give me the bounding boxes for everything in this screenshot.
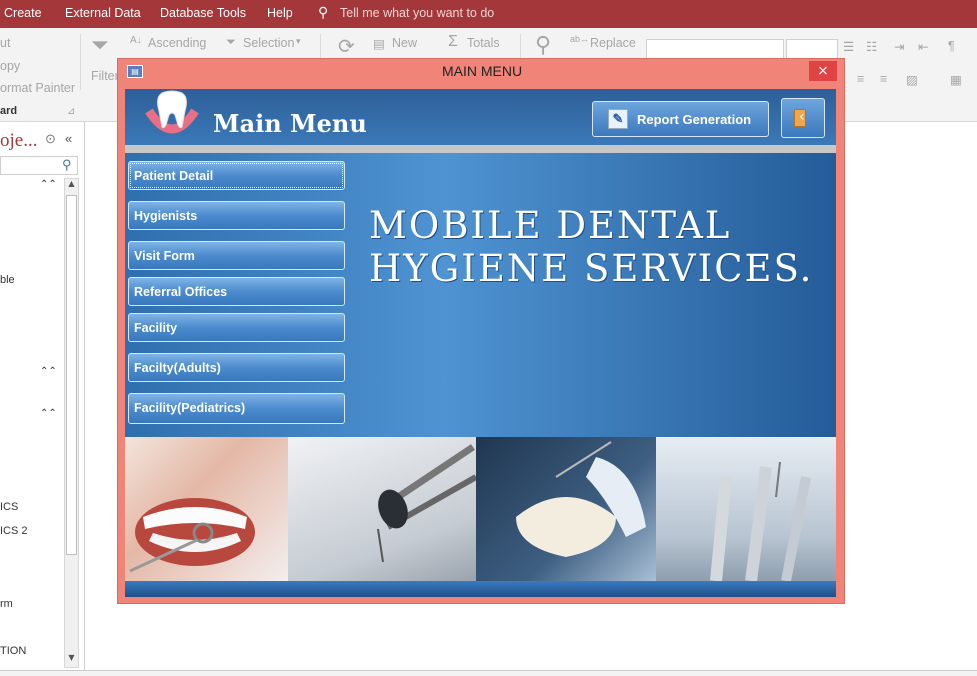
menu-create[interactable]: Create (4, 6, 42, 20)
totals-button[interactable]: Totals (467, 36, 500, 50)
alternate-row-color-icon[interactable]: ▦ (950, 72, 962, 87)
exit-arrow-icon: ‹ (799, 109, 805, 125)
tooth-logo-icon (145, 90, 199, 134)
form-footer (125, 581, 836, 597)
banner-text: MOBILE DENTAL HYGIENE SERVICES. (369, 204, 829, 290)
align-right-icon[interactable]: ≡ (880, 72, 887, 86)
bullets-icon[interactable]: ☰ (843, 39, 854, 54)
new-record-button[interactable]: New (392, 36, 417, 50)
find-magnifier-icon[interactable]: ⚲ (535, 32, 551, 58)
dentures-photo (476, 437, 656, 581)
filter-button[interactable]: Filter (91, 69, 119, 83)
collapse-group-icon[interactable]: ⌃⌃ (40, 366, 57, 377)
form-heading: Main Menu (213, 109, 367, 138)
window-title: MAIN MENU (441, 63, 523, 79)
scroll-down-icon[interactable]: ▼ (65, 653, 78, 667)
copy-button[interactable]: opy (0, 59, 20, 73)
menu-database-tools[interactable]: Database Tools (160, 6, 246, 20)
collapse-group-icon[interactable]: ⌃⌃ (40, 408, 57, 419)
tell-me-input[interactable]: Tell me what you want to do (340, 6, 494, 20)
cut-button[interactable]: ut (0, 36, 10, 50)
menu-bar: Create External Data Database Tools Help… (0, 0, 977, 28)
smile-photo (125, 437, 288, 581)
sort-ascending-icon[interactable]: A↓ (130, 35, 142, 46)
patient-detail-button[interactable]: Patient Detail (128, 161, 345, 190)
paragraph-mark-icon[interactable]: ¶ (948, 39, 955, 53)
form-header: Main Menu ✎ Report Generation ‹ (125, 89, 836, 145)
header-divider (125, 145, 836, 153)
instruments-photo (288, 437, 476, 581)
facility-adults-button[interactable]: Facilty(Adults) (128, 353, 345, 382)
drill-equipment-photo (656, 437, 836, 581)
main-menu-form: Main Menu ✎ Report Generation ‹ Patient … (125, 89, 836, 597)
banner-line-2: HYGIENE SERVICES. (369, 247, 814, 290)
ascending-button[interactable]: Ascending (148, 36, 206, 50)
font-name-dropdown[interactable] (646, 39, 784, 60)
collapse-group-icon[interactable]: ⌃⌃ (40, 179, 57, 190)
lightbulb-search-icon[interactable]: ⚲ (318, 4, 328, 21)
edit-pencil-icon: ✎ (608, 109, 628, 129)
selection-filter-icon[interactable]: ⏷ (226, 35, 236, 50)
scroll-up-icon[interactable]: ▲ (65, 179, 78, 193)
filter-icon[interactable]: ⏷ (91, 32, 109, 58)
ribbon-separator (80, 34, 81, 90)
shutter-bar-close-icon[interactable]: « (65, 131, 72, 146)
nav-item[interactable]: ICS (0, 501, 18, 513)
menu-help[interactable]: Help (267, 6, 293, 20)
search-icon[interactable]: ⚲ (62, 157, 72, 173)
dental-photo-strip (125, 437, 836, 581)
nav-item[interactable]: TION (0, 645, 26, 657)
nav-item[interactable]: rm (0, 598, 13, 610)
referral-offices-button[interactable]: Referral Offices (128, 277, 345, 306)
status-bar (0, 670, 977, 676)
font-size-dropdown[interactable] (786, 39, 838, 60)
main-menu-window: ▤ MAIN MENU × Main Menu ✎ Report Generat… (117, 58, 845, 604)
sigma-totals-icon[interactable]: Σ (448, 33, 458, 51)
nav-pane-title[interactable]: oje... (0, 130, 37, 152)
numbering-icon[interactable]: ☷ (866, 39, 877, 54)
replace-button[interactable]: Replace (590, 36, 636, 50)
nav-item[interactable]: ICS 2 (0, 525, 28, 537)
replace-icon[interactable]: ab↔ (570, 34, 589, 44)
refresh-all-icon[interactable]: ⟳ (338, 34, 355, 59)
outdent-icon[interactable]: ⇤ (918, 39, 928, 54)
banner-line-1: MOBILE DENTAL (369, 204, 732, 247)
clipboard-group-label: ard (0, 105, 18, 117)
facility-button[interactable]: Facility (128, 313, 345, 342)
report-generation-button[interactable]: ✎ Report Generation (592, 101, 769, 137)
format-painter-button[interactable]: ormat Painter (0, 81, 75, 95)
nav-item[interactable]: ble (0, 274, 15, 286)
selection-button[interactable]: Selection (243, 36, 294, 50)
report-generation-label: Report Generation (637, 112, 752, 127)
scroll-thumb[interactable] (66, 195, 77, 555)
dialog-launcher-icon[interactable]: ⊿ (67, 106, 75, 117)
hygienists-button[interactable]: Hygienists (128, 201, 345, 230)
indent-icon[interactable]: ⇥ (894, 39, 904, 54)
new-record-icon[interactable]: ▤ (373, 36, 385, 51)
align-center-icon[interactable]: ≡ (857, 72, 864, 86)
nav-dropdown-icon[interactable]: ⊙ (45, 131, 56, 147)
exit-button[interactable]: ‹ (781, 98, 825, 138)
menu-external-data[interactable]: External Data (65, 6, 141, 20)
gridlines-icon[interactable]: ▨ (906, 72, 918, 87)
close-button[interactable]: × (809, 61, 837, 81)
chevron-down-icon[interactable]: ▾ (296, 36, 301, 47)
facility-pediatrics-button[interactable]: Facility(Pediatrics) (128, 393, 345, 424)
nav-scrollbar[interactable]: ▲ ▼ (64, 178, 79, 668)
visit-form-button[interactable]: Visit Form (128, 241, 345, 270)
